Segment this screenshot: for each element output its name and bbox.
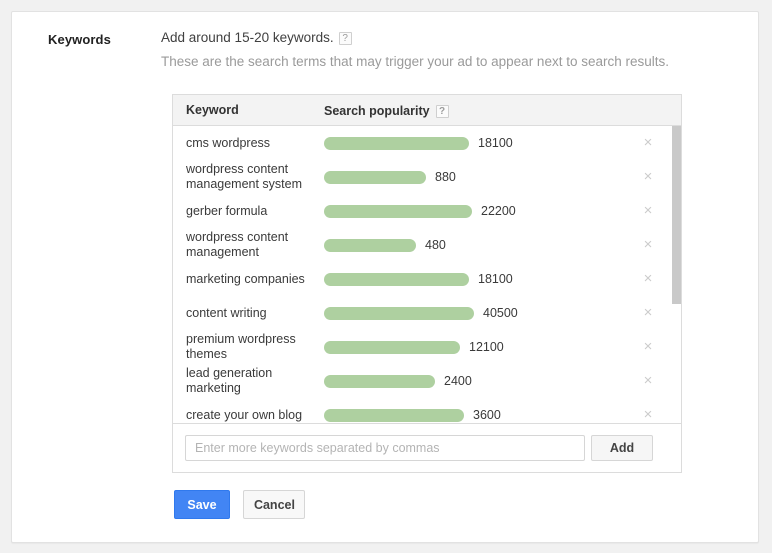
intro-block: Add around 15-20 keywords.? These are th… bbox=[161, 27, 726, 71]
keywords-row-list: cms wordpress18100×wordpress content man… bbox=[173, 126, 681, 423]
popularity-value: 40500 bbox=[483, 306, 518, 320]
question-mark-icon[interactable]: ? bbox=[339, 32, 352, 45]
add-button[interactable]: Add bbox=[591, 435, 653, 461]
table-row: gerber formula 22200 × bbox=[173, 194, 681, 228]
scrollbar-track[interactable] bbox=[672, 126, 681, 423]
remove-keyword-icon[interactable]: × bbox=[639, 304, 657, 322]
popularity-bar bbox=[324, 137, 469, 150]
keywords-scroll-viewport[interactable]: cms wordpress18100×wordpress content man… bbox=[173, 126, 681, 423]
column-header-popularity-label: Search popularity bbox=[324, 104, 430, 118]
table-row: marketing companies 18100 × bbox=[173, 262, 681, 296]
cancel-button[interactable]: Cancel bbox=[243, 490, 305, 519]
popularity-cell: 18100 bbox=[324, 136, 513, 150]
popularity-value: 2400 bbox=[444, 374, 472, 388]
popularity-bar bbox=[324, 273, 469, 286]
add-keyword-input[interactable] bbox=[185, 435, 585, 461]
remove-keyword-icon[interactable]: × bbox=[639, 270, 657, 288]
column-header-keyword: Keyword bbox=[186, 103, 239, 117]
popularity-cell: 3600 bbox=[324, 408, 501, 422]
popularity-value: 18100 bbox=[478, 272, 513, 286]
keyword-name: gerber formula bbox=[186, 204, 314, 219]
intro-title-line: Add around 15-20 keywords.? bbox=[161, 27, 726, 47]
remove-keyword-icon[interactable]: × bbox=[639, 236, 657, 254]
popularity-value: 880 bbox=[435, 170, 456, 184]
page-title: Keywords bbox=[48, 32, 111, 47]
popularity-bar bbox=[324, 205, 472, 218]
keyword-name: lead generation marketing bbox=[186, 366, 314, 396]
popularity-bar bbox=[324, 341, 460, 354]
remove-keyword-icon[interactable]: × bbox=[639, 168, 657, 186]
popularity-cell: 2400 bbox=[324, 374, 472, 388]
popularity-value: 480 bbox=[425, 238, 446, 252]
popularity-bar bbox=[324, 375, 435, 388]
popularity-value: 18100 bbox=[478, 136, 513, 150]
screen: Keywords Add around 15-20 keywords.? The… bbox=[0, 0, 772, 553]
popularity-cell: 22200 bbox=[324, 204, 516, 218]
scrollbar-thumb[interactable] bbox=[672, 126, 681, 304]
popularity-cell: 880 bbox=[324, 170, 456, 184]
intro-subtitle: These are the search terms that may trig… bbox=[161, 52, 726, 71]
add-keyword-row: Add bbox=[173, 423, 681, 472]
popularity-bar bbox=[324, 307, 474, 320]
table-row: content writing 40500 × bbox=[173, 296, 681, 330]
table-row: premium wordpress themes 12100 × bbox=[173, 330, 681, 364]
popularity-cell: 40500 bbox=[324, 306, 518, 320]
table-row: create your own blog 3600 × bbox=[173, 398, 681, 423]
keyword-name: premium wordpress themes bbox=[186, 332, 314, 362]
popularity-value: 22200 bbox=[481, 204, 516, 218]
question-mark-icon[interactable]: ? bbox=[436, 105, 449, 118]
popularity-cell: 12100 bbox=[324, 340, 504, 354]
remove-keyword-icon[interactable]: × bbox=[639, 202, 657, 220]
remove-keyword-icon[interactable]: × bbox=[639, 338, 657, 356]
popularity-help-wrap: ? bbox=[436, 103, 449, 118]
keyword-name: marketing companies bbox=[186, 272, 314, 287]
remove-keyword-icon[interactable]: × bbox=[639, 134, 657, 152]
form-actions: Save Cancel bbox=[174, 490, 305, 519]
remove-keyword-icon[interactable]: × bbox=[639, 372, 657, 390]
table-header: Keyword Search popularity? bbox=[173, 95, 681, 126]
keyword-name: content writing bbox=[186, 306, 314, 321]
remove-keyword-icon[interactable]: × bbox=[639, 406, 657, 423]
keyword-name: wordpress content management system bbox=[186, 162, 314, 192]
table-row: wordpress content management 480 × bbox=[173, 228, 681, 262]
table-row: cms wordpress 18100 × bbox=[173, 126, 681, 160]
keyword-name: cms wordpress bbox=[186, 136, 314, 151]
save-button[interactable]: Save bbox=[174, 490, 230, 519]
popularity-cell: 480 bbox=[324, 238, 446, 252]
intro-help-wrap: ? bbox=[339, 27, 352, 46]
keyword-name: create your own blog bbox=[186, 408, 314, 423]
popularity-bar bbox=[324, 409, 464, 422]
intro-title: Add around 15-20 keywords. bbox=[161, 30, 334, 45]
popularity-cell: 18100 bbox=[324, 272, 513, 286]
keyword-name: wordpress content management bbox=[186, 230, 314, 260]
column-header-popularity: Search popularity? bbox=[324, 103, 449, 118]
table-row: wordpress content management system 880 × bbox=[173, 160, 681, 194]
table-row: lead generation marketing 2400 × bbox=[173, 364, 681, 398]
popularity-value: 3600 bbox=[473, 408, 501, 422]
popularity-value: 12100 bbox=[469, 340, 504, 354]
keywords-table: Keyword Search popularity? cms wordpress… bbox=[172, 94, 682, 473]
popularity-bar bbox=[324, 171, 426, 184]
keywords-card: Keywords Add around 15-20 keywords.? The… bbox=[11, 11, 759, 543]
popularity-bar bbox=[324, 239, 416, 252]
